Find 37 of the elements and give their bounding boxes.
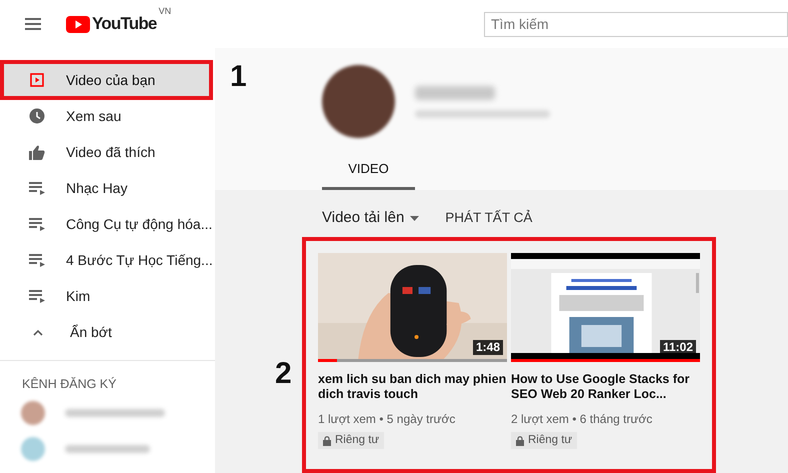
privacy-badge: Riêng tư [511,432,578,449]
lock-icon [516,436,524,446]
play-all-button[interactable]: PHÁT TẤT CẢ [445,208,532,229]
section-title: KÊNH ĐĂNG KÝ [21,376,118,393]
menu-icon[interactable] [25,18,41,30]
video-title[interactable]: How to Use Google Stacks for SEO Web 20 Ranker Loc... [511,372,700,402]
sidebar-item[interactable]: Công Cụ tự động hóa... [4,206,211,242]
region-label: VN [158,5,172,18]
annotation-number: 1 [230,62,247,92]
search-field[interactable]: Tìm kiếm [484,12,788,36]
clock-icon [29,108,45,124]
video-title[interactable]: xem lich su ban dich may phien dich travis touch [318,372,507,402]
annotation-number: 2 [275,359,293,389]
duration-badge: 11:02 [660,340,696,355]
playlist-icon [29,218,45,230]
channel-tab[interactable]: VIDEO [322,150,415,190]
playlist-icon [29,182,45,194]
collapse-item[interactable]: Ẩn bớt [4,314,211,350]
duration-badge: 1:48 [472,340,503,355]
caret-icon [410,216,420,221]
video-meta: 2 lượt xem • 6 tháng trước [511,411,654,428]
lock-icon [323,436,331,446]
logo-text[interactable]: YouTube [92,11,157,37]
privacy-badge: Riêng tư [318,432,384,449]
sidebar-item[interactable]: Kim [4,278,211,314]
playlist-icon [29,254,45,266]
play-icon [30,73,44,87]
chevron-up-icon [33,328,43,336]
sort-dropdown[interactable]: Video tải lên [322,207,420,230]
playlist-icon [29,290,45,302]
thumbs-up-icon [29,144,45,160]
sidebar-item[interactable]: Xem sau [4,98,211,134]
sidebar-item[interactable]: 4 Bước Tự Học Tiếng... [4,242,211,278]
play-logo-icon [66,16,90,32]
video-meta: 1 lượt xem • 5 ngày trước [318,411,456,428]
sidebar-item[interactable]: Nhạc Hay [4,170,211,206]
sidebar-item[interactable]: Video đã thích [4,134,211,170]
